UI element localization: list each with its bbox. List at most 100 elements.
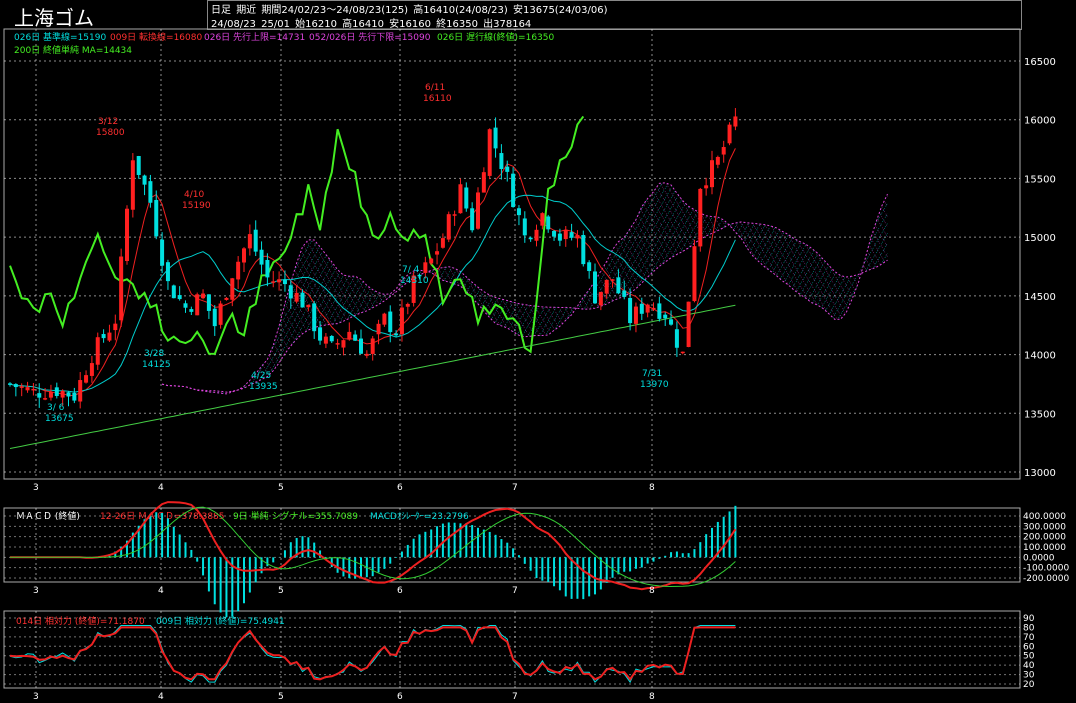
candle-body [300, 292, 305, 308]
panel-frame [3, 610, 1021, 689]
candle-body [540, 213, 545, 226]
candle-body [598, 291, 603, 306]
candle-body [195, 294, 200, 316]
candle-body [435, 251, 440, 255]
candle-body [72, 392, 77, 401]
candle-body [505, 166, 510, 172]
candle-body [347, 331, 352, 340]
macd-y-tick-label: 100.0000 [1023, 543, 1066, 553]
x-tick-label: 8 [649, 586, 655, 596]
candle-body [370, 338, 375, 354]
candle-body [312, 303, 317, 332]
x-tick-label: 8 [649, 692, 655, 702]
candle-body [288, 285, 293, 299]
candle-body [78, 380, 83, 402]
annotation-price: 15800 [96, 128, 125, 138]
annotation-price: 16110 [423, 94, 452, 104]
candle-body [727, 124, 732, 144]
candle-body [277, 279, 282, 283]
candle-body [440, 238, 445, 248]
candle-body [19, 386, 24, 388]
candle-body [318, 327, 323, 341]
candle-body [622, 290, 627, 297]
candle-body [399, 307, 404, 335]
candle-body [452, 214, 457, 216]
x-tick-label: 6 [397, 483, 403, 493]
macd-y-tick-label: 200.0000 [1023, 533, 1066, 543]
candle-body [37, 393, 42, 398]
candle-body [557, 233, 562, 241]
candle-body [511, 173, 516, 208]
candle-body [481, 172, 486, 193]
y-tick-label: 16500 [1024, 57, 1056, 68]
candle-body [651, 307, 656, 310]
x-tick-label: 5 [278, 483, 284, 493]
candle-body [25, 387, 30, 391]
candle-body [13, 384, 18, 388]
candle-body [224, 297, 229, 300]
candle-body [376, 323, 381, 335]
candle-body [154, 199, 159, 237]
candle-body [323, 336, 328, 344]
annotation-date: 7/31 [642, 369, 662, 379]
candle-body [306, 304, 311, 308]
x-tick-label: 7 [512, 586, 518, 596]
y-tick-label: 13000 [1024, 468, 1056, 479]
x-tick-label: 7 [512, 692, 518, 702]
candle-body [189, 309, 194, 312]
annotation-date: 4/10 [184, 190, 204, 200]
macd-y-tick-label: 0.0000 [1023, 553, 1055, 563]
candle-body [499, 153, 504, 170]
axes: 3 3 3 4 4 4 5 5 5 6 6 6 7 7 7 8 8 8 16500 16000 15500 15000 14… [33, 57, 1069, 702]
x-tick-label: 4 [158, 586, 164, 596]
candle-body [715, 156, 720, 165]
x-tick-label: 5 [278, 692, 284, 702]
candle-body [698, 188, 703, 247]
rsi-y-tick-label: 20 [1023, 680, 1035, 690]
candle-body [686, 301, 691, 347]
candle-body [458, 184, 463, 214]
candle-body [242, 248, 246, 263]
candle-body [628, 297, 633, 324]
x-tick-label: 4 [158, 483, 164, 493]
candle-body [528, 237, 533, 240]
candle-body [136, 156, 141, 175]
x-tick-label: 4 [158, 692, 164, 702]
candle-body [704, 185, 709, 189]
x-tick-label: 8 [649, 483, 655, 493]
candle-body [282, 279, 287, 285]
candle-body [31, 388, 36, 391]
candle-body [464, 187, 469, 209]
y-tick-label: 15000 [1024, 233, 1056, 244]
annotation-date: 3/ 6 [47, 403, 65, 413]
candle-body [616, 277, 621, 294]
candle-body [405, 303, 410, 307]
rsi-panel [9, 624, 736, 684]
candle-body [429, 258, 434, 264]
candle-body [487, 129, 492, 176]
candle-body [54, 387, 59, 396]
x-tick-label: 3 [33, 483, 39, 493]
candle-body [423, 262, 428, 273]
candle-body [470, 208, 475, 231]
candle-body [329, 335, 334, 342]
candle-body [218, 303, 223, 325]
candle-body [493, 127, 498, 149]
candle-body [271, 281, 276, 283]
candle-body [107, 332, 112, 341]
candle-body [546, 216, 551, 230]
candle-body [669, 319, 674, 325]
y-tick-label: 14500 [1024, 292, 1056, 303]
candle-body [341, 340, 346, 348]
candle-body [142, 175, 147, 185]
candle-body [160, 239, 165, 266]
candle-body [294, 292, 299, 302]
x-tick-label: 3 [33, 586, 39, 596]
candle-body [359, 338, 363, 354]
annotation-date: 6/11 [425, 83, 445, 93]
candle-body [639, 303, 644, 314]
candle-body [710, 160, 714, 188]
candle-body [48, 391, 53, 398]
candle-body [563, 229, 568, 240]
macd-y-tick-label: 300.0000 [1023, 522, 1066, 532]
